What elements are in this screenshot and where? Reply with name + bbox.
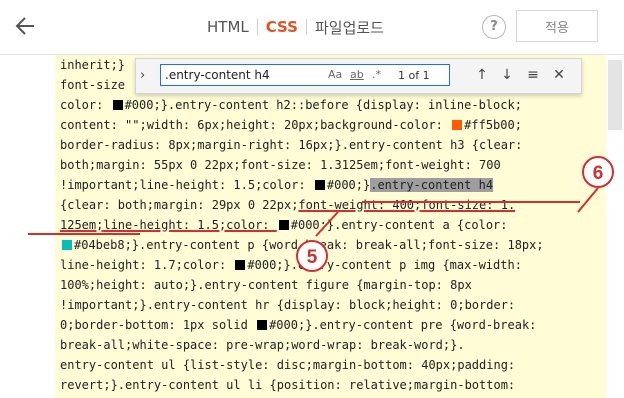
code-line: !important;line-height: 1.5;color: #000;…: [60, 178, 494, 192]
code-line: break-all;white-space: pre-wrap;word-wra…: [60, 338, 465, 352]
top-bar: HTML CSS 파일업로드 ? 적용: [0, 0, 624, 55]
underlined-line-height: line-height: 1.5;color:: [103, 218, 277, 232]
tab-html[interactable]: HTML: [207, 18, 249, 36]
code-line: 100%;height: auto;}.entry-content figure…: [60, 278, 472, 292]
tab-divider: [256, 19, 258, 35]
color-swatch[interactable]: [112, 100, 123, 110]
match-count: 1 of 1: [398, 69, 430, 82]
regex-toggle[interactable]: .*: [372, 68, 381, 81]
editor-tabs: HTML CSS 파일업로드: [207, 0, 384, 54]
color-swatch[interactable]: [314, 180, 325, 190]
code-line: content: "";width: 6px;height: 20px;back…: [60, 118, 522, 132]
code-line: !important;}.entry-content hr {display: …: [60, 298, 516, 312]
code-line: border-radius: 8px;margin-right: 16px;}.…: [60, 138, 523, 152]
next-match-icon[interactable]: ↓: [498, 66, 516, 84]
tab-divider: [305, 19, 307, 35]
color-swatch[interactable]: [278, 220, 289, 230]
code-line: {clear: both;margin: 29px 0 22px;font-we…: [60, 198, 516, 212]
code-line: entry-content ul {list-style: disc;margi…: [60, 358, 516, 372]
close-find-icon[interactable]: ✕: [550, 66, 568, 84]
find-widget: › Aa ab .* 1 of 1 ↑ ↓ ≡ ✕: [135, 58, 582, 94]
search-match-highlight: .entry-content h4: [370, 178, 494, 192]
color-swatch[interactable]: [257, 320, 268, 330]
code-line: #04beb8;}.entry-content p {word-break: b…: [60, 235, 544, 255]
code-line: both;margin: 55px 0 22px;font-size: 1.31…: [60, 158, 501, 172]
code-line: 125em;line-height: 1.5;color: #000;}.ent…: [60, 218, 508, 232]
find-in-selection-icon[interactable]: ≡: [524, 66, 542, 84]
color-swatch[interactable]: [62, 240, 72, 250]
underlined-font-weight: font-weight: 400;: [298, 198, 422, 212]
match-case-toggle[interactable]: Aa: [328, 68, 342, 81]
toggle-replace-icon[interactable]: ›: [140, 68, 154, 84]
underlined-font-size: font-size: 1.: [421, 198, 516, 212]
apply-button[interactable]: 적용: [516, 10, 598, 42]
css-code-editor[interactable]: inherit;} font-size color: #000;}.entry-…: [55, 55, 606, 398]
scrollbar-thumb[interactable]: [608, 60, 622, 130]
help-button[interactable]: ?: [482, 15, 506, 39]
previous-match-icon[interactable]: ↑: [473, 66, 491, 84]
whole-word-toggle[interactable]: ab: [350, 68, 364, 81]
back-arrow-icon[interactable]: [14, 12, 42, 40]
color-swatch[interactable]: [452, 120, 463, 130]
code-line: 0;border-bottom: 1px solid #000;}.entry-…: [60, 318, 537, 332]
tab-css[interactable]: CSS: [266, 18, 298, 36]
code-line: line-height: 1.7;color: #000;}.entry-con…: [60, 258, 522, 272]
code-line: font-size: [60, 78, 126, 92]
code-line: revert;}.entry-content ul li {position: …: [60, 378, 516, 392]
color-swatch[interactable]: [235, 260, 246, 270]
tab-file-upload[interactable]: 파일업로드: [315, 17, 384, 38]
code-line: inherit;}: [60, 58, 126, 72]
code-line: color: #000;}.entry-content h2::before {…: [60, 98, 522, 112]
